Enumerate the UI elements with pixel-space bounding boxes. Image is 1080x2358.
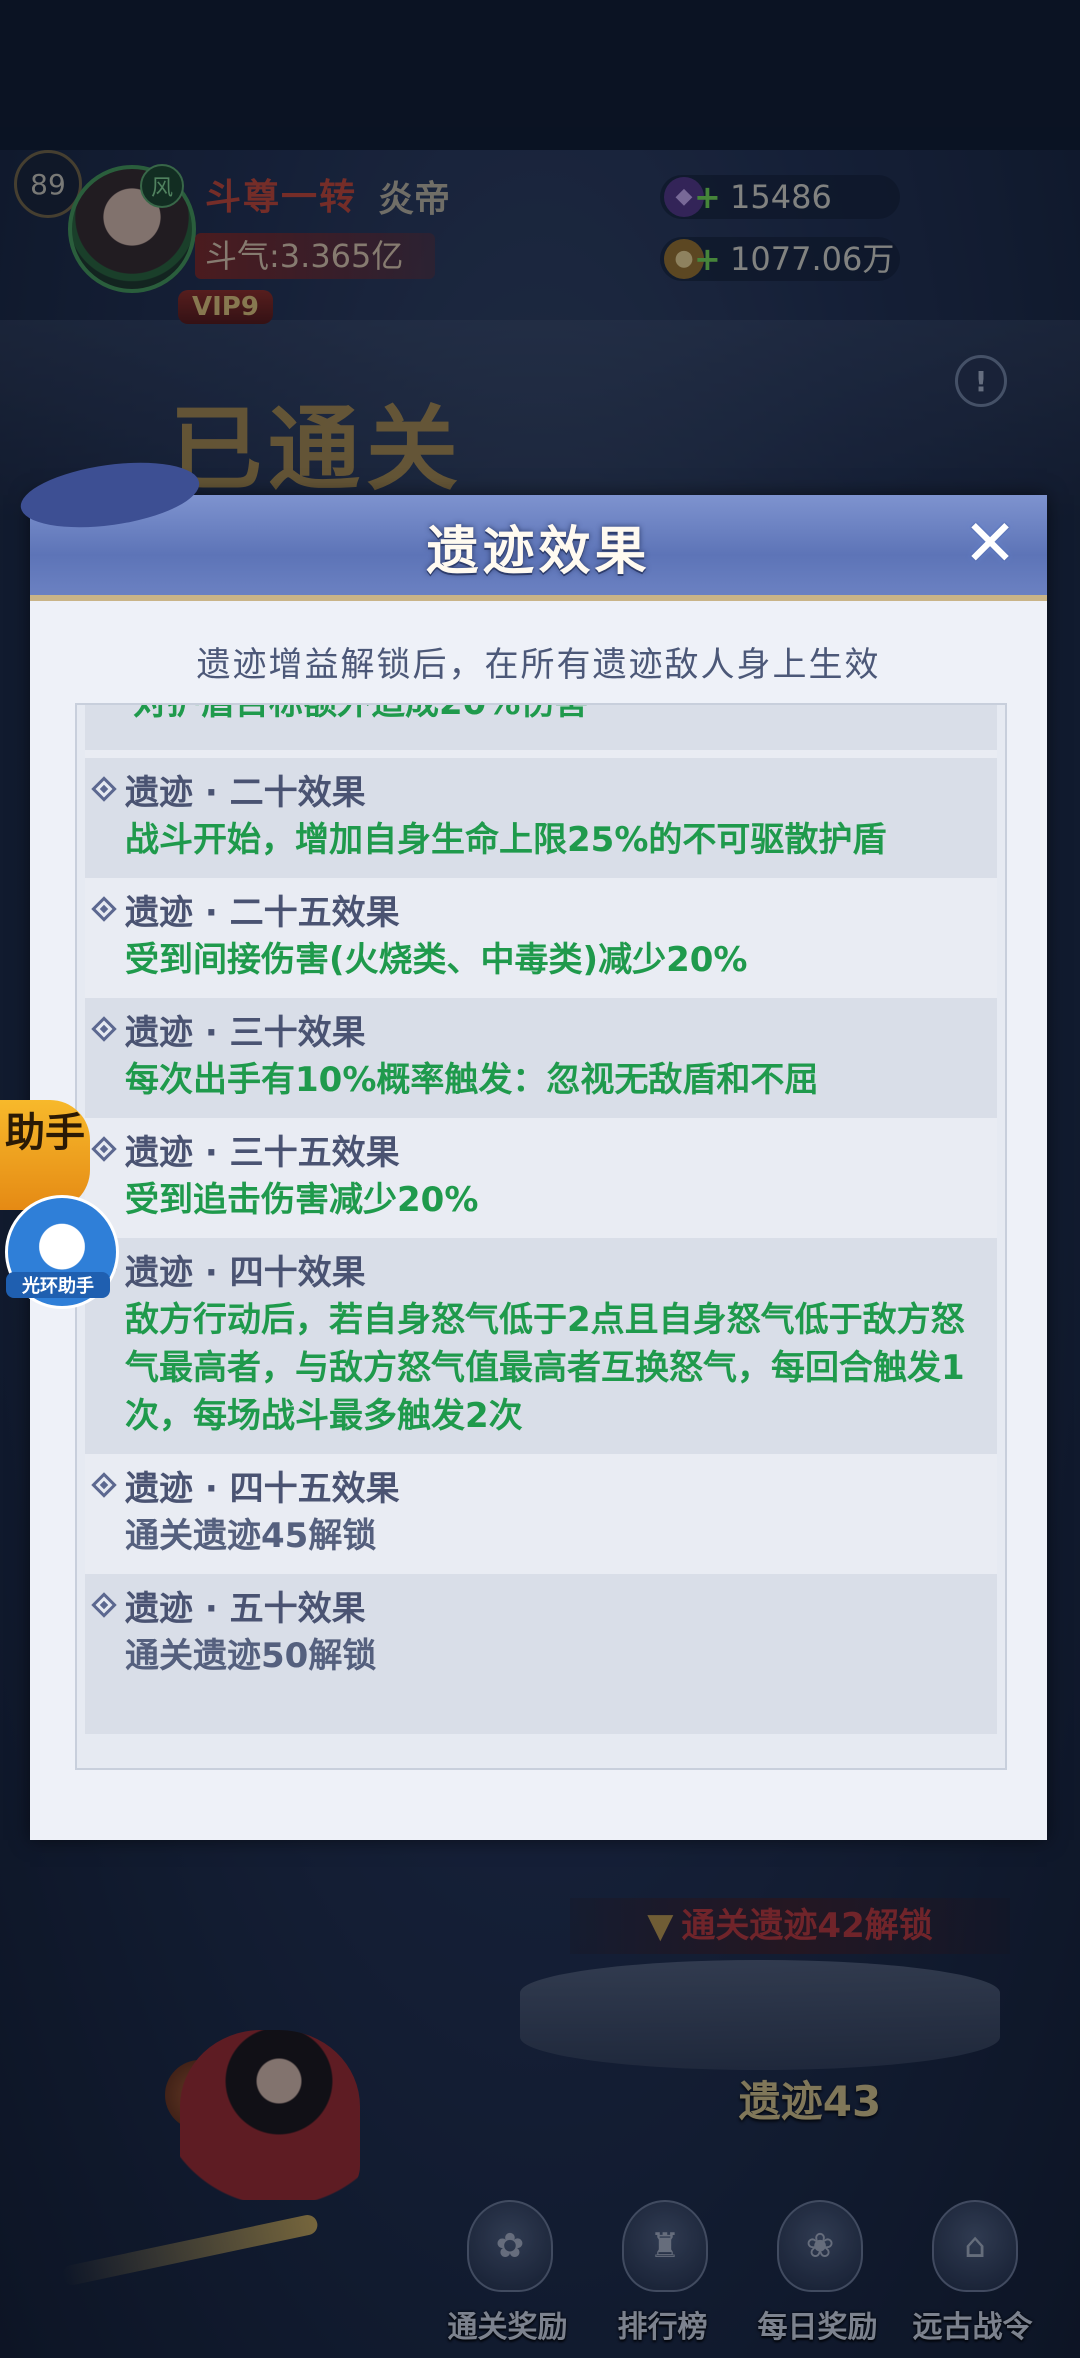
entry-heading: 遗迹 · 五十效果 xyxy=(91,1586,997,1632)
diamond-bullet-icon xyxy=(91,776,117,802)
cut-off-text: 对护盾目标额外造成20%伤害 xyxy=(133,705,588,724)
list-item: 遗迹 · 四十效果 敌方行动后，若自身怒气低于2点且自身怒气低于敌方怒气最高者，… xyxy=(85,1238,997,1454)
list-spacer xyxy=(85,750,997,758)
list-item: 遗迹 · 四十五效果 通关遗迹45解锁 xyxy=(85,1454,997,1574)
entry-heading: 遗迹 · 三十五效果 xyxy=(91,1130,997,1176)
helper-label: 光环助手 xyxy=(6,1272,110,1298)
entry-description: 通关遗迹50解锁 xyxy=(125,1636,377,1676)
close-button[interactable]: ✕ xyxy=(960,512,1020,576)
entry-heading-text: 遗迹 · 二十五效果 xyxy=(125,893,400,933)
modal-subtitle: 遗迹增益解锁后，在所有遗迹敌人身上生效 xyxy=(196,645,881,685)
entry-heading: 遗迹 · 三十效果 xyxy=(91,1010,997,1056)
diamond-bullet-icon xyxy=(91,1592,117,1618)
entry-heading-text: 遗迹 · 四十五效果 xyxy=(125,1469,400,1509)
entry-heading-text: 遗迹 · 三十效果 xyxy=(125,1013,366,1053)
effects-list[interactable]: 对护盾目标额外造成20%伤害 遗迹 · 二十效果 战斗开始，增加自身生命上限25… xyxy=(75,703,1007,1770)
effects-list-content: 对护盾目标额外造成20%伤害 遗迹 · 二十效果 战斗开始，增加自身生命上限25… xyxy=(85,705,997,1734)
entry-description: 受到间接伤害(火烧类、中毒类)减少20% xyxy=(125,940,748,980)
relic-effects-modal: 遗迹效果 ✕ 遗迹增益解锁后，在所有遗迹敌人身上生效 对护盾目标额外造成20%伤… xyxy=(16,452,1047,1840)
entry-heading-text: 遗迹 · 二十效果 xyxy=(125,773,366,813)
entry-heading-text: 遗迹 · 五十效果 xyxy=(125,1589,366,1629)
diamond-bullet-icon xyxy=(91,1472,117,1498)
list-item: 遗迹 · 二十五效果 受到间接伤害(火烧类、中毒类)减少20% xyxy=(85,878,997,998)
list-item-partial: 对护盾目标额外造成20%伤害 xyxy=(85,705,997,750)
entry-heading: 遗迹 · 二十效果 xyxy=(91,770,997,816)
list-item: 遗迹 · 二十效果 战斗开始，增加自身生命上限25%的不可驱散护盾 xyxy=(85,758,997,878)
entry-description: 敌方行动后，若自身怒气低于2点且自身怒气低于敌方怒气最高者，与敌方怒气值最高者互… xyxy=(125,1300,965,1436)
list-item: 遗迹 · 三十效果 每次出手有10%概率触发：忽视无敌盾和不屈 xyxy=(85,998,997,1118)
entry-heading: 遗迹 · 四十效果 xyxy=(91,1250,997,1296)
entry-description: 战斗开始，增加自身生命上限25%的不可驱散护盾 xyxy=(125,820,887,860)
entry-description: 每次出手有10%概率触发：忽视无敌盾和不屈 xyxy=(125,1060,819,1100)
entry-description: 受到追击伤害减少20% xyxy=(125,1180,479,1220)
entry-heading-text: 遗迹 · 三十五效果 xyxy=(125,1133,400,1173)
entry-description: 通关遗迹45解锁 xyxy=(125,1516,377,1556)
entry-heading: 遗迹 · 二十五效果 xyxy=(91,890,997,936)
modal-title: 遗迹效果 xyxy=(426,521,651,582)
helper-tag[interactable]: 助手 xyxy=(0,1100,90,1210)
list-item: 遗迹 · 三十五效果 受到追击伤害减少20% xyxy=(85,1118,997,1238)
entry-heading-text: 遗迹 · 四十效果 xyxy=(125,1253,366,1293)
floating-helper[interactable]: 助手 光环助手 xyxy=(0,1100,119,1309)
diamond-bullet-icon xyxy=(91,896,117,922)
list-item: 遗迹 · 五十效果 通关遗迹50解锁 xyxy=(85,1574,997,1734)
modal-header: 遗迹效果 ✕ xyxy=(16,452,1047,601)
diamond-bullet-icon xyxy=(91,1016,117,1042)
entry-heading: 遗迹 · 四十五效果 xyxy=(91,1466,997,1512)
